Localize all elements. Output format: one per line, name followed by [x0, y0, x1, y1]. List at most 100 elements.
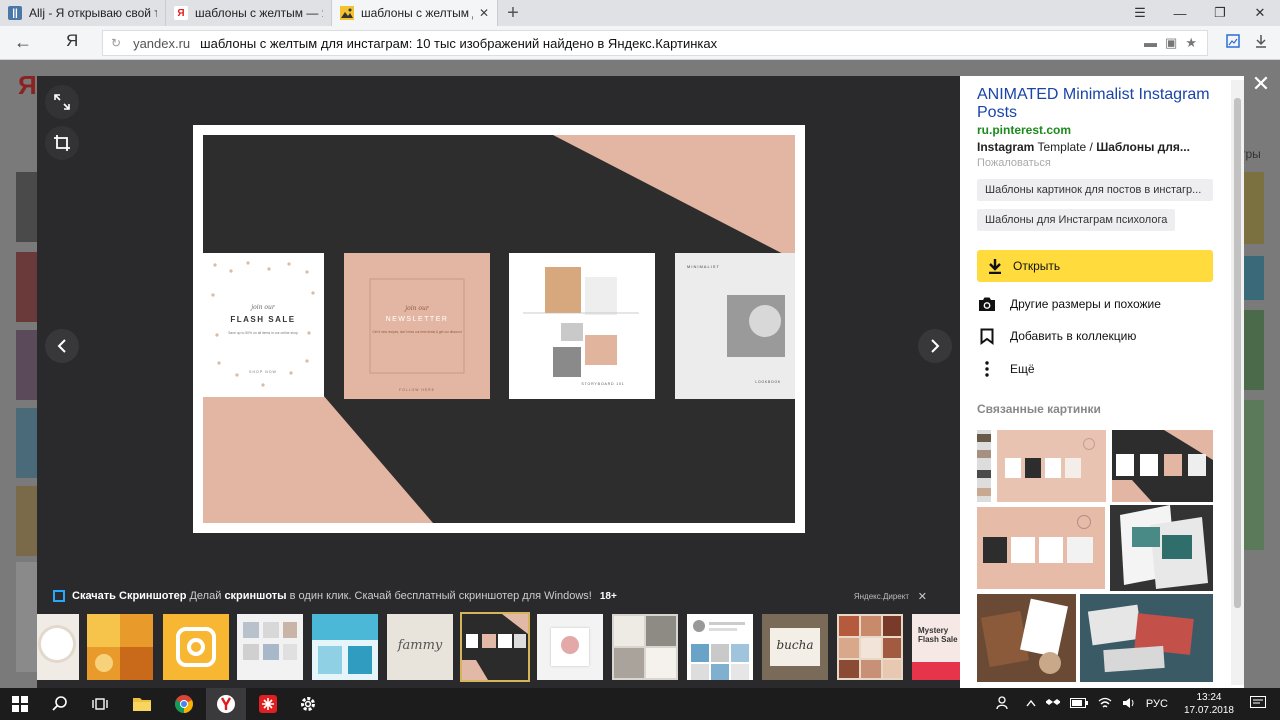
chevron-up-icon[interactable]	[1026, 698, 1036, 710]
tab-allj[interactable]: || Allj - Я открываю свой теле	[0, 0, 166, 26]
close-viewer-button[interactable]: ✕	[1249, 72, 1273, 96]
tab-yandex-search[interactable]: Я шаблоны с желтым — Янде	[166, 0, 332, 26]
scrollbar-thumb[interactable]	[1234, 98, 1241, 608]
more-action[interactable]: Ещё	[977, 358, 1035, 380]
volume-icon[interactable]	[1122, 697, 1136, 712]
fullscreen-button[interactable]	[45, 85, 79, 119]
image-viewer: join our FLASH SALE Save up to 50% on al…	[37, 76, 960, 688]
start-button[interactable]	[0, 688, 40, 720]
notifications-icon[interactable]	[1250, 695, 1266, 713]
page-thumb	[1244, 400, 1264, 550]
minimize-button[interactable]: —	[1160, 0, 1200, 26]
page-thumb	[1244, 172, 1264, 244]
related-image[interactable]	[977, 507, 1105, 589]
clock-time: 13:24	[1196, 692, 1222, 703]
folder-icon	[133, 698, 151, 711]
back-arrow-icon[interactable]: ←	[14, 32, 32, 53]
file-explorer-button[interactable]	[122, 688, 162, 720]
svg-text:STORYBOARD 101: STORYBOARD 101	[581, 382, 624, 386]
thumbnail-selected[interactable]	[460, 612, 530, 682]
people-icon[interactable]	[996, 695, 1010, 713]
tab-yandex-images[interactable]: шаблоны с желтым для инс ✕	[332, 0, 498, 26]
vk-favicon-icon: ||	[8, 6, 22, 20]
more-label: Ещё	[1010, 362, 1035, 376]
related-image[interactable]	[1110, 505, 1213, 591]
thumbnail[interactable]	[37, 614, 79, 680]
tab-label: шаблоны с желтым для инс	[361, 6, 473, 20]
svg-text:FOLLOW HERE: FOLLOW HERE	[399, 388, 435, 392]
related-image[interactable]	[977, 430, 991, 502]
new-tab-button[interactable]: +	[498, 0, 528, 26]
task-view-button[interactable]	[80, 688, 120, 720]
other-sizes-action[interactable]: Другие размеры и похожие	[977, 293, 1161, 315]
search-button[interactable]	[40, 688, 80, 720]
page-thumb	[16, 408, 38, 478]
tab-close-icon[interactable]: ✕	[479, 6, 489, 20]
complain-link[interactable]: Пожаловаться	[977, 157, 1051, 169]
star-icon[interactable]: ★	[1185, 35, 1197, 51]
previous-image-button[interactable]	[45, 329, 79, 363]
browser-tab-bar: || Allj - Я открываю свой теле Я шаблоны…	[0, 0, 1280, 26]
collections-icon[interactable]	[1226, 34, 1240, 51]
open-button[interactable]: Открыть	[977, 250, 1213, 282]
battery-icon[interactable]	[1069, 697, 1088, 711]
thumbnail[interactable]	[837, 614, 903, 680]
image-source-title-link[interactable]: ANIMATED Minimalist Instagram Posts	[977, 86, 1217, 122]
panel-scrollbar[interactable]	[1231, 80, 1244, 685]
reload-icon[interactable]: ↻	[111, 36, 121, 50]
app-red-button[interactable]	[248, 688, 288, 720]
related-image[interactable]	[1112, 430, 1213, 502]
settings-button[interactable]	[288, 688, 328, 720]
thumbnail[interactable]: Mystery Flash Sale	[912, 614, 960, 680]
images-favicon-icon	[340, 6, 354, 20]
related-image[interactable]	[977, 594, 1076, 682]
restore-button[interactable]: ❐	[1200, 0, 1240, 26]
yandex-browser-icon	[217, 695, 235, 713]
promo-title[interactable]: Скачать Скриншотер	[72, 590, 186, 602]
downloads-icon[interactable]	[1254, 34, 1268, 51]
more-icon	[977, 361, 997, 377]
thumbnail[interactable]	[612, 614, 678, 680]
tab-label: шаблоны с желтым — Янде	[195, 6, 323, 20]
thumbnail[interactable]: bucha	[762, 614, 828, 680]
language-indicator[interactable]: РУС	[1146, 698, 1168, 710]
add-to-collection-action[interactable]: Добавить в коллекцию	[977, 325, 1136, 347]
related-tag[interactable]: Шаблоны картинок для постов в инстагр...	[977, 179, 1213, 201]
promo-close-icon[interactable]: ✕	[918, 590, 927, 603]
main-image[interactable]: join our FLASH SALE Save up to 50% on al…	[193, 125, 805, 533]
promo-text-c: в один клик. Скачай бесплатный скриншоте…	[289, 590, 592, 602]
yandex-direct-label[interactable]: Яндекс.Директ	[854, 592, 909, 601]
chrome-button[interactable]	[164, 688, 204, 720]
dropbox-icon[interactable]	[1044, 697, 1061, 712]
svg-text:NEWSLETTER: NEWSLETTER	[386, 316, 449, 323]
yandex-browser-button[interactable]	[206, 688, 246, 720]
thumbnail[interactable]	[163, 614, 229, 680]
clock-date: 17.07.2018	[1183, 705, 1234, 716]
thumbnail[interactable]	[537, 614, 603, 680]
source-host-link[interactable]: ru.pinterest.com	[977, 123, 1071, 137]
thumbnail[interactable]	[687, 614, 753, 680]
clock[interactable]: 13:24 17.07.2018	[1184, 691, 1234, 717]
address-page-title: шаблоны с желтым для инстаграм: 10 тыс и…	[200, 35, 718, 51]
related-image[interactable]	[997, 430, 1106, 502]
crop-search-button[interactable]	[45, 126, 79, 160]
open-button-label: Открыть	[1013, 259, 1061, 273]
yandex-button[interactable]: Я	[66, 31, 78, 51]
svg-text:join our: join our	[403, 305, 430, 312]
related-image[interactable]	[1080, 594, 1213, 682]
page-thumb	[16, 562, 38, 672]
ad-promo[interactable]: Скачать Скриншотер Делай скриншоты в оди…	[53, 588, 943, 604]
close-window-button[interactable]: ✕	[1240, 0, 1280, 26]
svg-text:LOOKBOOK: LOOKBOOK	[755, 380, 781, 384]
thumbnail[interactable]	[87, 614, 153, 680]
related-tag[interactable]: Шаблоны для Инстаграм психолога	[977, 209, 1176, 231]
protect-icon[interactable]: ▣	[1165, 35, 1177, 51]
comment-icon[interactable]: ▬	[1144, 35, 1157, 51]
wifi-icon[interactable]	[1098, 697, 1112, 712]
thumbnail[interactable]	[237, 614, 303, 680]
thumbnail[interactable]: fammy	[387, 614, 453, 680]
thumbnail[interactable]	[312, 614, 378, 680]
next-image-button[interactable]	[918, 329, 952, 363]
address-field[interactable]: ↻ yandex.ru шаблоны с желтым для инстагр…	[102, 30, 1208, 56]
browser-menu-icon[interactable]: ☰	[1120, 0, 1160, 26]
